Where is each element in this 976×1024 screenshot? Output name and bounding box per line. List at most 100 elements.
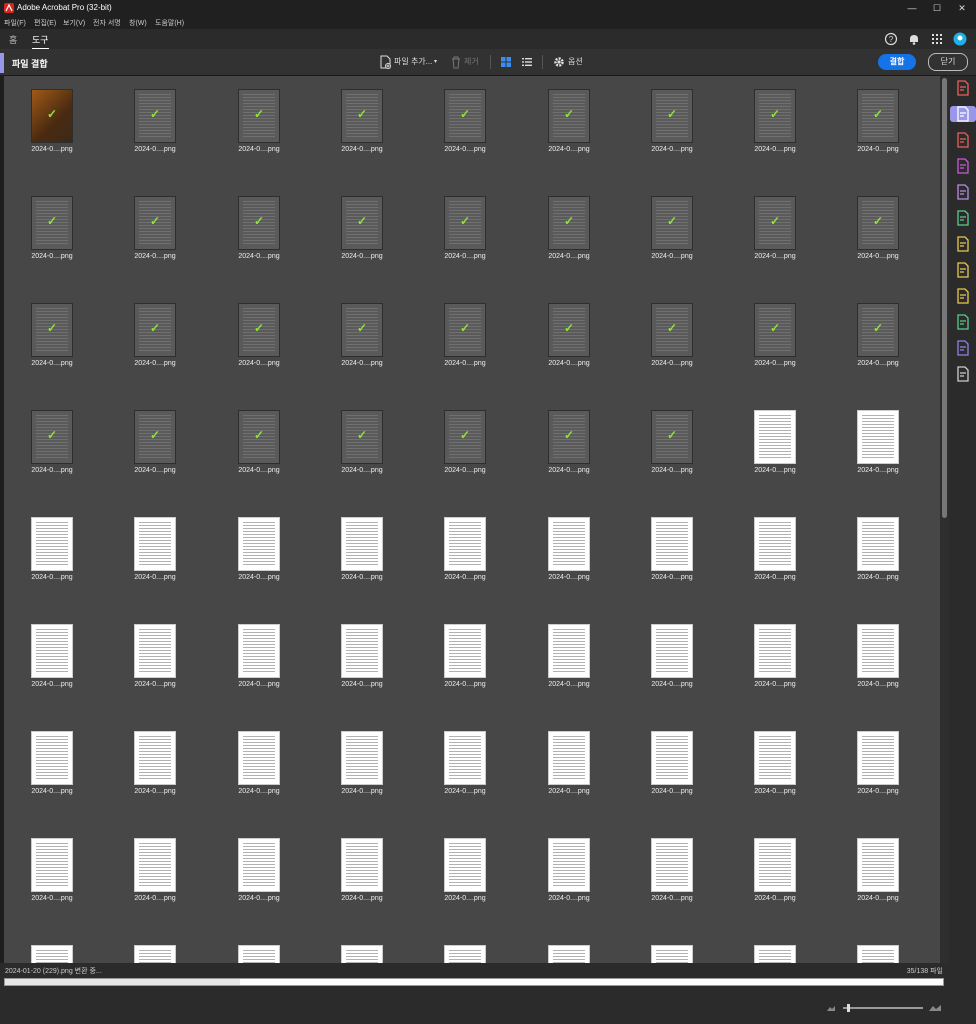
file-tile[interactable]: 2024-0....png — [521, 611, 617, 701]
file-tile[interactable]: ✓ 2024-0....png — [4, 76, 100, 166]
file-tile[interactable]: ✓ 2024-0....png — [727, 76, 823, 166]
file-tile[interactable]: 2024-0....png — [727, 504, 823, 594]
more-tools-icon[interactable] — [955, 366, 971, 382]
file-tile[interactable]: 2024-0....png — [624, 504, 720, 594]
menu-edit[interactable]: 편집(E) — [34, 18, 56, 28]
file-tile[interactable]: ✓ 2024-0....png — [107, 397, 203, 487]
file-tile[interactable]: ✓ 2024-0....png — [107, 183, 203, 273]
file-tile[interactable]: 2024-0....png — [107, 611, 203, 701]
chevron-down-icon[interactable]: ▾ — [434, 55, 437, 69]
file-tile[interactable]: 2024-0....png — [4, 611, 100, 701]
file-tile[interactable]: 2024-0....png — [417, 611, 513, 701]
thumbnail-size-slider[interactable] — [843, 1004, 925, 1012]
file-tile[interactable]: 2024-0....png — [211, 825, 307, 915]
menu-window[interactable]: 창(W) — [129, 18, 147, 28]
user-avatar-icon[interactable] — [953, 32, 967, 46]
maximize-button[interactable]: ☐ — [930, 2, 944, 14]
file-tile[interactable]: ✓ 2024-0....png — [107, 76, 203, 166]
file-tile[interactable]: 2024-0....png — [107, 504, 203, 594]
file-tile[interactable]: ✓ 2024-0....png — [521, 397, 617, 487]
options-button[interactable]: 옵션 — [568, 55, 583, 69]
file-tile[interactable]: 2024-0....png — [314, 504, 410, 594]
file-tile[interactable]: ✓ 2024-0....png — [521, 183, 617, 273]
file-tile[interactable]: 2024-0....png — [314, 718, 410, 808]
file-tile[interactable]: 2024-0....png — [4, 932, 100, 963]
file-tile[interactable]: ✓ 2024-0....png — [727, 183, 823, 273]
file-tile[interactable]: ✓ 2024-0....png — [830, 76, 926, 166]
file-tile[interactable]: ✓ 2024-0....png — [521, 76, 617, 166]
help-icon[interactable]: ? — [884, 32, 898, 46]
menu-help[interactable]: 도움말(H) — [155, 18, 184, 28]
file-tile[interactable]: 2024-0....png — [727, 932, 823, 963]
menu-view[interactable]: 보기(V) — [63, 18, 85, 28]
gear-icon[interactable] — [552, 55, 566, 69]
file-tile[interactable]: ✓ 2024-0....png — [211, 183, 307, 273]
file-tile[interactable]: ✓ 2024-0....png — [830, 290, 926, 380]
file-tile[interactable]: ✓ 2024-0....png — [417, 183, 513, 273]
list-view-icon[interactable] — [520, 55, 534, 69]
tab-home[interactable]: 홈 — [9, 33, 17, 46]
file-tile[interactable]: 2024-0....png — [830, 611, 926, 701]
file-tile[interactable]: 2024-0....png — [4, 504, 100, 594]
file-tile[interactable]: ✓ 2024-0....png — [314, 290, 410, 380]
file-tile[interactable]: ✓ 2024-0....png — [314, 76, 410, 166]
file-tile[interactable]: 2024-0....png — [727, 611, 823, 701]
vertical-scrollbar[interactable] — [940, 76, 949, 963]
file-tile[interactable]: 2024-0....png — [417, 504, 513, 594]
file-tile[interactable]: ✓ 2024-0....png — [314, 183, 410, 273]
file-tile[interactable]: 2024-0....png — [624, 825, 720, 915]
file-tile[interactable]: 2024-0....png — [314, 611, 410, 701]
file-tile[interactable]: 2024-0....png — [624, 932, 720, 963]
file-tile[interactable]: 2024-0....png — [830, 825, 926, 915]
file-tile[interactable]: ✓ 2024-0....png — [624, 183, 720, 273]
file-tile[interactable]: ✓ 2024-0....png — [624, 76, 720, 166]
zoom-out-icon[interactable] — [826, 1004, 836, 1012]
protect-icon[interactable] — [955, 340, 971, 356]
file-tile[interactable]: 2024-0....png — [107, 825, 203, 915]
create-pdf-icon[interactable] — [955, 80, 971, 96]
file-tile[interactable]: ✓ 2024-0....png — [4, 397, 100, 487]
file-tile[interactable]: 2024-0....png — [211, 504, 307, 594]
file-tile[interactable]: ✓ 2024-0....png — [624, 397, 720, 487]
request-esign-icon[interactable] — [955, 158, 971, 174]
file-tile[interactable]: 2024-0....png — [727, 718, 823, 808]
file-tile[interactable]: 2024-0....png — [314, 825, 410, 915]
zoom-in-icon[interactable] — [928, 1004, 942, 1012]
fill-sign-icon[interactable] — [955, 184, 971, 200]
file-tile[interactable]: 2024-0....png — [211, 932, 307, 963]
organize-pages-icon[interactable] — [955, 132, 971, 148]
file-tile[interactable]: ✓ 2024-0....png — [417, 76, 513, 166]
file-tile[interactable]: 2024-0....png — [4, 718, 100, 808]
file-tile[interactable]: 2024-0....png — [521, 825, 617, 915]
add-files-icon[interactable] — [378, 55, 392, 69]
apps-grid-icon[interactable] — [930, 32, 944, 46]
file-tile[interactable]: ✓ 2024-0....png — [417, 290, 513, 380]
close-tool-button[interactable]: 닫기 — [928, 53, 968, 71]
combine-files-icon[interactable] — [950, 106, 976, 122]
print-production-icon[interactable] — [955, 314, 971, 330]
file-tile[interactable]: 2024-0....png — [417, 825, 513, 915]
tab-tools[interactable]: 도구 — [32, 33, 49, 50]
file-tile[interactable]: ✓ 2024-0....png — [211, 290, 307, 380]
close-window-button[interactable]: ✕ — [955, 2, 969, 14]
scan-ocr-icon[interactable] — [955, 262, 971, 278]
file-tile[interactable]: ✓ 2024-0....png — [521, 290, 617, 380]
notification-bell-icon[interactable] — [907, 32, 921, 46]
grid-view-icon[interactable] — [499, 55, 513, 69]
file-tile[interactable]: 2024-0....png — [624, 718, 720, 808]
file-tile[interactable]: ✓ 2024-0....png — [417, 397, 513, 487]
file-tile[interactable]: ✓ 2024-0....png — [830, 183, 926, 273]
file-tile[interactable]: 2024-0....png — [4, 825, 100, 915]
edit-pdf-icon[interactable] — [955, 236, 971, 252]
file-tile[interactable]: 2024-0....png — [314, 932, 410, 963]
file-tile[interactable]: ✓ 2024-0....png — [107, 290, 203, 380]
file-tile[interactable]: ✓ 2024-0....png — [211, 397, 307, 487]
file-tile[interactable]: 2024-0....png — [211, 718, 307, 808]
file-tile[interactable]: ✓ 2024-0....png — [727, 290, 823, 380]
file-tile[interactable]: ✓ 2024-0....png — [4, 183, 100, 273]
file-tile[interactable]: 2024-0....png — [727, 397, 823, 487]
file-tile[interactable]: 2024-0....png — [727, 825, 823, 915]
file-tile[interactable]: ✓ 2024-0....png — [314, 397, 410, 487]
file-tile[interactable]: ✓ 2024-0....png — [211, 76, 307, 166]
file-tile[interactable]: 2024-0....png — [624, 611, 720, 701]
